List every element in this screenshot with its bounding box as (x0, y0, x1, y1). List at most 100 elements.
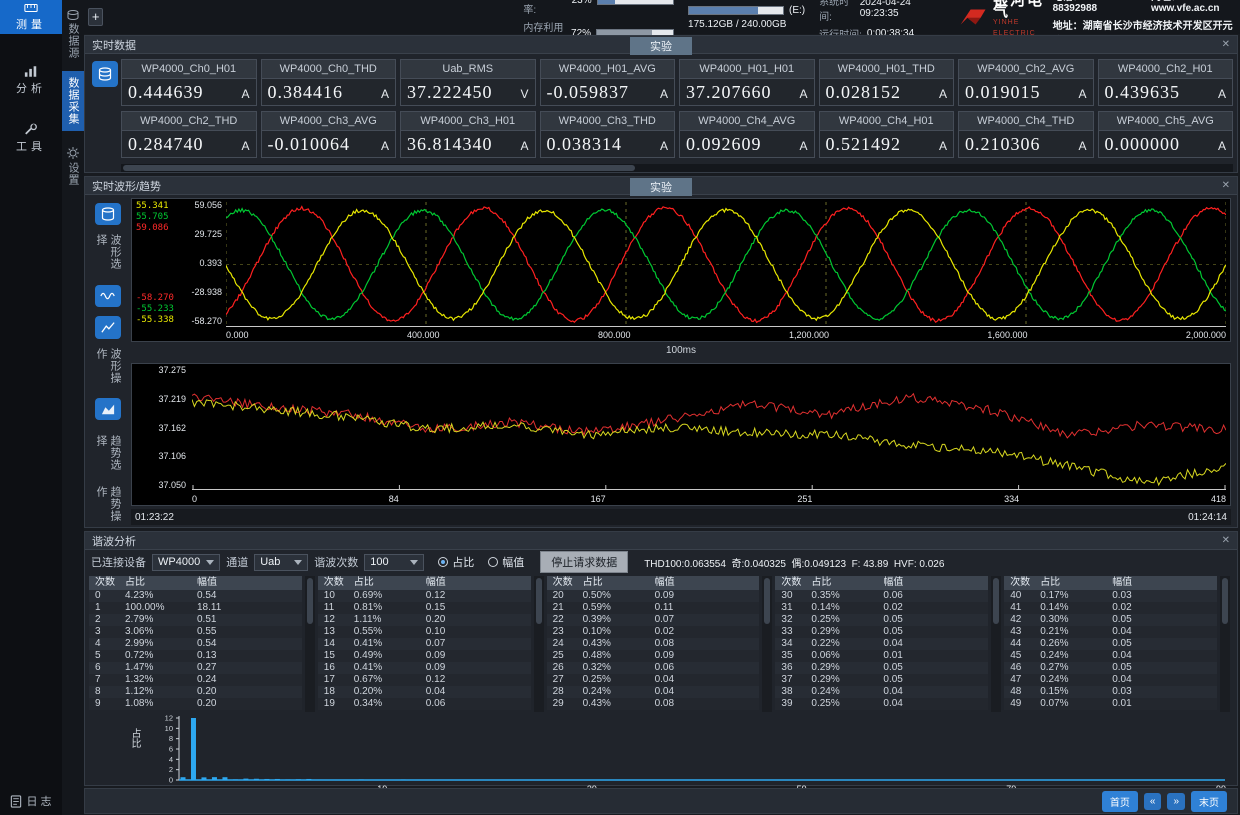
prev-page-button[interactable]: « (1144, 793, 1162, 810)
radio-ratio[interactable]: 占比 (438, 554, 474, 570)
harmonic-row[interactable]: 81.12%0.20 (89, 686, 302, 698)
harmonic-row[interactable]: 240.43%0.08 (547, 638, 760, 650)
waveform-operate-label[interactable]: 波形操作 (94, 348, 122, 389)
harmonic-row[interactable]: 110.81%0.15 (318, 602, 531, 614)
harmonic-row[interactable]: 480.15%0.03 (1004, 686, 1217, 698)
harmonic-row[interactable]: 350.06%0.01 (775, 650, 988, 662)
vertical-scrollbar[interactable] (305, 576, 315, 712)
harmonic-row[interactable]: 450.24%0.04 (1004, 650, 1217, 662)
harmonic-row[interactable]: 180.20%0.04 (318, 686, 531, 698)
next-page-button[interactable]: » (1167, 793, 1185, 810)
sidebar-item-log[interactable]: 日 志 (0, 793, 62, 809)
harmonic-row[interactable]: 310.14%0.02 (775, 602, 988, 614)
harmonic-row[interactable]: 300.35%0.06 (775, 590, 988, 602)
harmonic-row[interactable]: 290.43%0.08 (547, 698, 760, 710)
harmonic-row[interactable]: 220.39%0.07 (547, 614, 760, 626)
trend-operate-label[interactable]: 趋势操作 (94, 486, 122, 527)
harmonic-row[interactable]: 250.48%0.09 (547, 650, 760, 662)
vertical-scrollbar[interactable] (762, 576, 772, 712)
harmonic-row[interactable]: 370.29%0.05 (775, 674, 988, 686)
trend-line-button[interactable] (95, 316, 121, 338)
vertical-scrollbar[interactable] (991, 576, 1001, 712)
waveform-source-button[interactable] (95, 203, 121, 225)
horizontal-scrollbar[interactable] (121, 164, 1233, 172)
harmonic-row[interactable]: 260.32%0.06 (547, 662, 760, 674)
close-icon[interactable]: ✕ (1222, 39, 1230, 50)
harmonic-row[interactable]: 33.06%0.55 (89, 626, 302, 638)
measure-tile[interactable]: WP4000_Ch3_AVG-0.010064A (261, 111, 397, 158)
close-icon[interactable]: ✕ (1222, 180, 1230, 191)
measure-tile[interactable]: WP4000_Ch0_THD0.384416A (261, 59, 397, 106)
harmonic-row[interactable]: 130.55%0.10 (318, 626, 531, 638)
harmonic-row[interactable]: 320.25%0.05 (775, 614, 988, 626)
harmonic-row[interactable]: 460.27%0.05 (1004, 662, 1217, 674)
harmonic-row[interactable]: 360.29%0.05 (775, 662, 988, 674)
harmonic-row[interactable]: 100.69%0.12 (318, 590, 531, 602)
rail-tab-acquisition[interactable]: 数据采集 (62, 71, 84, 131)
add-tab-button[interactable]: + (88, 8, 103, 26)
harmonic-row[interactable]: 340.22%0.04 (775, 638, 988, 650)
harmonic-row[interactable]: 380.24%0.04 (775, 686, 988, 698)
scrollbar-thumb[interactable] (307, 578, 313, 624)
vertical-scrollbar[interactable] (1220, 576, 1230, 712)
scrollbar-thumb[interactable] (764, 578, 770, 624)
measure-tile[interactable]: WP4000_Ch2_H010.439635A (1098, 59, 1234, 106)
harmonic-row[interactable]: 420.30%0.05 (1004, 614, 1217, 626)
close-icon[interactable]: ✕ (1222, 535, 1230, 546)
trend-select-label[interactable]: 趋势选择 (94, 435, 122, 476)
harmonic-row[interactable]: 50.72%0.13 (89, 650, 302, 662)
harmonic-row[interactable]: 200.50%0.09 (547, 590, 760, 602)
harmonic-row[interactable]: 150.49%0.09 (318, 650, 531, 662)
device-select[interactable]: WP4000 (152, 554, 220, 571)
rail-tab-settings[interactable]: 设置 (62, 141, 84, 192)
measure-tile[interactable]: WP4000_Ch3_THD0.038314A (540, 111, 676, 158)
harmonic-row[interactable]: 210.59%0.11 (547, 602, 760, 614)
harmonic-row[interactable]: 140.41%0.07 (318, 638, 531, 650)
order-select[interactable]: 100 (364, 554, 424, 571)
measure-tile[interactable]: WP4000_Ch2_AVG0.019015A (958, 59, 1094, 106)
measure-tile[interactable]: Uab_RMS37.222450V (400, 59, 536, 106)
scrollbar-thumb[interactable] (123, 165, 635, 171)
experiment-tab[interactable]: 实验 (630, 178, 692, 196)
vertical-scrollbar[interactable] (534, 576, 544, 712)
measure-tile[interactable]: WP4000_Ch5_AVG0.000000A (1098, 111, 1234, 158)
harmonic-row[interactable]: 330.29%0.05 (775, 626, 988, 638)
measure-tile[interactable]: WP4000_Ch3_H0136.814340A (400, 111, 536, 158)
measure-tile[interactable]: WP4000_Ch2_THD0.284740A (121, 111, 257, 158)
radio-amplitude[interactable]: 幅值 (488, 554, 524, 570)
harmonic-row[interactable]: 270.25%0.04 (547, 674, 760, 686)
harmonic-row[interactable]: 61.47%0.27 (89, 662, 302, 674)
sine-wave-button[interactable] (95, 285, 121, 307)
measure-tile[interactable]: WP4000_Ch4_AVG0.092609A (679, 111, 815, 158)
harmonic-row[interactable]: 470.24%0.04 (1004, 674, 1217, 686)
rail-tab-datasource[interactable]: 数据源 (62, 4, 84, 65)
stop-request-button[interactable]: 停止请求数据 (540, 551, 628, 573)
waveform-select-label[interactable]: 波形选择 (94, 234, 122, 275)
harmonic-row[interactable]: 280.24%0.04 (547, 686, 760, 698)
harmonic-row[interactable]: 430.21%0.04 (1004, 626, 1217, 638)
harmonic-row[interactable]: 1100.00%18.11 (89, 602, 302, 614)
harmonic-row[interactable]: 04.23%0.54 (89, 590, 302, 602)
harmonic-row[interactable]: 71.32%0.24 (89, 674, 302, 686)
sidebar-item-measure[interactable]: 测量 (0, 0, 62, 34)
harmonic-row[interactable]: 440.26%0.05 (1004, 638, 1217, 650)
harmonic-row[interactable]: 160.41%0.09 (318, 662, 531, 674)
area-chart-button[interactable] (95, 398, 121, 420)
last-page-button[interactable]: 末页 (1191, 791, 1227, 812)
measure-tile[interactable]: WP4000_Ch4_THD0.210306A (958, 111, 1094, 158)
measure-tile[interactable]: WP4000_Ch0_H010.444639A (121, 59, 257, 106)
harmonic-row[interactable]: 390.25%0.04 (775, 698, 988, 710)
harmonic-row[interactable]: 42.99%0.54 (89, 638, 302, 650)
harmonic-row[interactable]: 22.79%0.51 (89, 614, 302, 626)
harmonic-row[interactable]: 410.14%0.02 (1004, 602, 1217, 614)
experiment-tab[interactable]: 实验 (630, 37, 692, 55)
scrollbar-thumb[interactable] (1222, 578, 1228, 624)
sidebar-item-tools[interactable]: 工具 (0, 118, 62, 158)
harmonic-row[interactable]: 91.08%0.20 (89, 698, 302, 710)
measure-tile[interactable]: WP4000_H01_H0137.207660A (679, 59, 815, 106)
first-page-button[interactable]: 首页 (1102, 791, 1138, 812)
harmonic-row[interactable]: 490.07%0.01 (1004, 698, 1217, 710)
channel-select[interactable]: Uab (254, 554, 308, 571)
scrollbar-thumb[interactable] (536, 578, 542, 624)
scrollbar-thumb[interactable] (993, 578, 999, 624)
